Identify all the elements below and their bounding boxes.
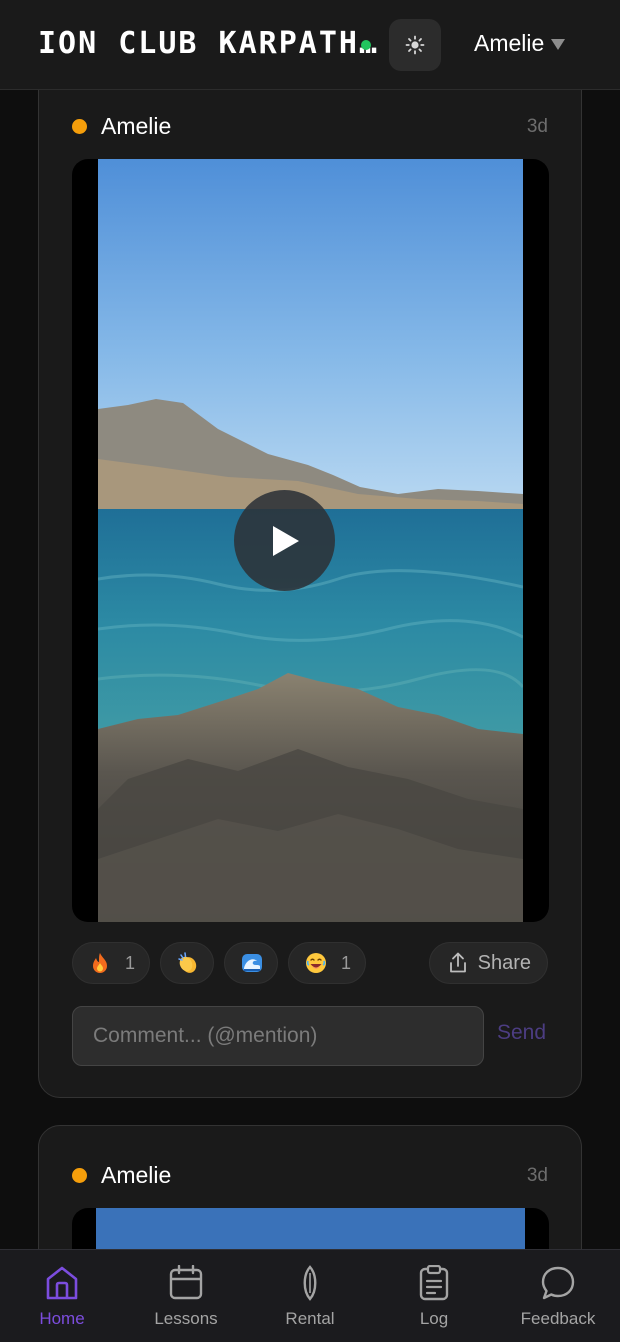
reaction-clap-button[interactable]: [160, 942, 215, 984]
fire-emoji-icon: [89, 952, 111, 974]
user-name: Amelie: [474, 30, 545, 56]
app-header: ION CLUB KARPATH… Amelie: [0, 0, 620, 90]
theme-toggle-button[interactable]: [389, 19, 441, 71]
home-icon: [46, 1266, 78, 1300]
post-time: 3d: [526, 1164, 548, 1186]
reaction-bar: 1 1: [72, 942, 367, 984]
share-button[interactable]: Share: [428, 942, 548, 984]
wave-emoji-icon: [241, 952, 263, 974]
reaction-laugh-button[interactable]: 1: [288, 942, 367, 984]
user-menu[interactable]: Amelie: [474, 30, 566, 57]
post-author[interactable]: Amelie: [101, 113, 171, 140]
laughing-face-emoji-icon: [305, 952, 327, 974]
nav-label: Feedback: [520, 1309, 596, 1328]
caret-down-icon: [551, 39, 566, 50]
sun-icon: [405, 35, 425, 55]
nav-item-rental[interactable]: Rental: [248, 1250, 372, 1342]
post-header: Amelie 3d: [72, 1162, 548, 1189]
nav-label: Home: [39, 1309, 85, 1328]
online-status-dot: [361, 40, 371, 50]
nav-label: Rental: [285, 1309, 335, 1328]
video-player[interactable]: [72, 159, 549, 922]
reaction-wave-button[interactable]: [224, 942, 279, 984]
reaction-count: 1: [341, 952, 352, 973]
share-icon: [449, 952, 466, 973]
nav-item-log[interactable]: Log: [372, 1250, 496, 1342]
nav-label: Lessons: [154, 1309, 218, 1328]
post-header: Amelie 3d: [72, 113, 548, 140]
chat-bubble-icon: [541, 1266, 575, 1300]
calendar-icon: [169, 1265, 203, 1300]
clapping-hands-emoji-icon: [177, 952, 199, 974]
reaction-fire-button[interactable]: 1: [72, 942, 151, 984]
reaction-count: 1: [125, 952, 136, 973]
share-label: Share: [477, 951, 531, 974]
clipboard-icon: [419, 1265, 449, 1301]
bottom-nav: Home Lessons Rental Log Feedback: [0, 1249, 620, 1342]
nav-label: Log: [419, 1309, 449, 1328]
post-author[interactable]: Amelie: [101, 1162, 171, 1189]
play-button[interactable]: [234, 490, 335, 591]
play-icon: [272, 525, 299, 556]
club-title[interactable]: ION CLUB KARPATH…: [38, 26, 379, 61]
send-button[interactable]: Send: [497, 1021, 546, 1045]
author-status-dot: [72, 1168, 87, 1183]
post-card: Amelie 3d: [38, 40, 582, 1098]
board-icon: [303, 1265, 317, 1301]
nav-item-feedback[interactable]: Feedback: [496, 1250, 620, 1342]
post-time: 3d: [526, 115, 548, 137]
nav-item-home[interactable]: Home: [0, 1250, 124, 1342]
author-status-dot: [72, 119, 87, 134]
comment-input[interactable]: [72, 1006, 484, 1066]
nav-item-lessons[interactable]: Lessons: [124, 1250, 248, 1342]
